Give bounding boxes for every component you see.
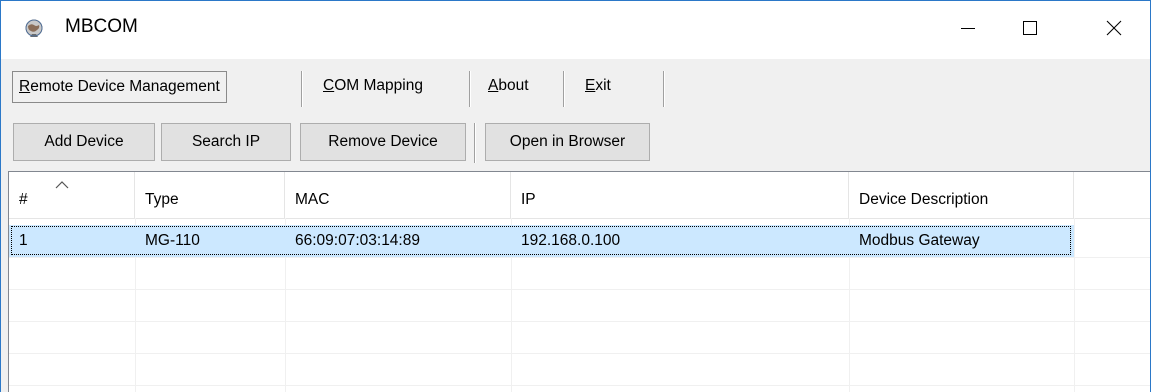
column-header-type[interactable]: Type — [135, 172, 285, 218]
cell-ip: 192.168.0.100 — [521, 232, 621, 249]
maximize-button[interactable] — [999, 1, 1061, 59]
minimize-icon — [960, 20, 976, 40]
menu-label: OM Mapping — [334, 77, 423, 94]
column-header-number[interactable]: # — [9, 172, 135, 218]
menu-mnemonic: C — [323, 77, 335, 94]
cell-number: 1 — [19, 232, 28, 249]
menu-label: bout — [498, 77, 529, 94]
minimize-button[interactable] — [937, 1, 999, 59]
grid-line — [9, 353, 1150, 354]
menu-separator — [663, 71, 665, 107]
grid-line — [9, 257, 1150, 258]
remove-device-button[interactable]: Remove Device — [300, 123, 466, 161]
grid-line — [9, 321, 1150, 322]
column-label: MAC — [295, 191, 330, 208]
column-label: IP — [521, 191, 536, 208]
menu-separator — [301, 71, 303, 107]
grid-line — [9, 385, 1150, 386]
menu-label: xit — [595, 77, 611, 94]
menu-mnemonic: E — [585, 77, 596, 94]
cell-mac: 66:09:07:03:14:89 — [295, 232, 420, 249]
menu-separator — [469, 71, 471, 107]
menu-exit[interactable]: Exit — [585, 71, 611, 103]
column-header-description[interactable]: Device Description — [849, 172, 1074, 218]
list-header: # Type MAC IP Device Description — [9, 172, 1150, 218]
menu-mnemonic: A — [488, 77, 499, 94]
search-ip-button[interactable]: Search IP — [161, 123, 291, 161]
column-label: Type — [145, 191, 179, 208]
menu-label: emote Device Management — [30, 78, 220, 95]
device-list[interactable]: # Type MAC IP Device Description 1 MG-11… — [8, 171, 1150, 392]
close-icon — [1106, 20, 1122, 40]
grid-line — [9, 289, 1150, 290]
column-label: Device Description — [859, 191, 989, 208]
globe-icon — [23, 18, 45, 40]
menu-bar: Remote Device Management COM Mapping Abo… — [1, 59, 1150, 111]
menu-remote-device-management[interactable]: Remote Device Management — [12, 71, 227, 103]
sort-ascending-icon — [55, 176, 69, 194]
title-bar[interactable]: MBCOM — [1, 1, 1150, 59]
menu-mnemonic: R — [19, 78, 31, 95]
window-title: MBCOM — [65, 16, 138, 37]
close-button[interactable] — [1083, 1, 1145, 59]
column-header-ip[interactable]: IP — [511, 172, 849, 218]
cell-type: MG-110 — [145, 232, 200, 249]
table-row[interactable]: 1 MG-110 66:09:07:03:14:89 192.168.0.100… — [9, 225, 1150, 257]
header-divider — [9, 218, 1150, 219]
toolbar: Add Device Search IP Remove Device Open … — [1, 111, 1150, 167]
menu-com-mapping[interactable]: COM Mapping — [323, 71, 423, 103]
maximize-icon — [1022, 20, 1038, 40]
menu-about[interactable]: About — [488, 71, 529, 103]
cell-description: Modbus Gateway — [859, 232, 980, 249]
column-label: # — [19, 191, 28, 208]
app-window: MBCOM Remote Device Management COM Mappi… — [0, 0, 1151, 392]
open-in-browser-button[interactable]: Open in Browser — [485, 123, 650, 161]
toolbar-separator — [474, 123, 476, 163]
column-header-mac[interactable]: MAC — [285, 172, 511, 218]
menu-separator — [563, 71, 565, 107]
add-device-button[interactable]: Add Device — [13, 123, 155, 161]
